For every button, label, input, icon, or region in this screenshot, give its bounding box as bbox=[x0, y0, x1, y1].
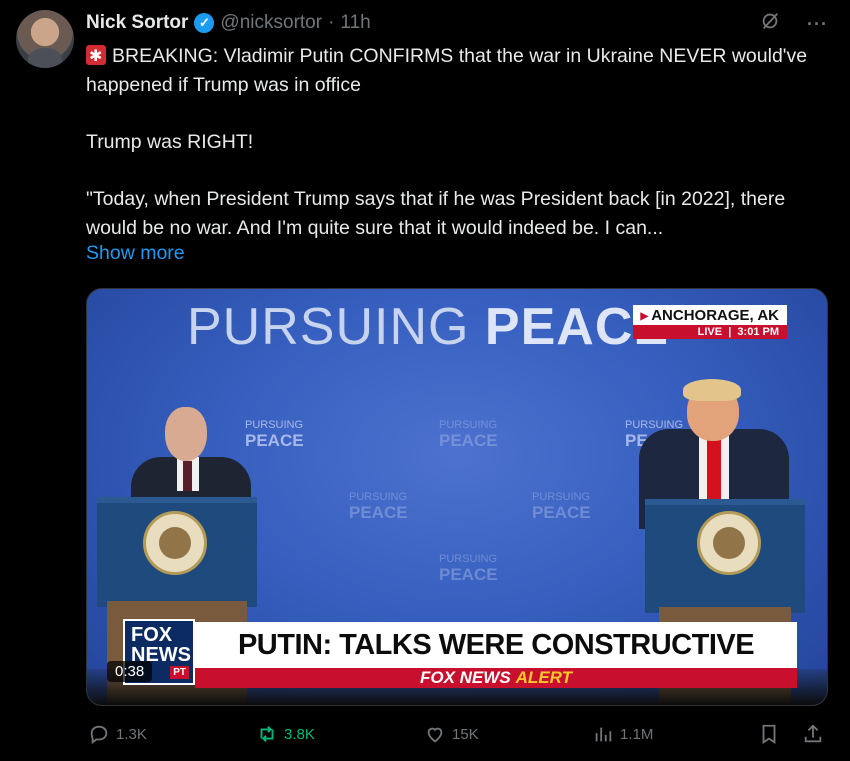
reply-button[interactable]: 1.3K bbox=[88, 723, 147, 745]
bookmark-button[interactable] bbox=[758, 723, 780, 745]
backdrop-logo: PURSUINGPEACE bbox=[349, 491, 408, 522]
repost-icon bbox=[260, 726, 274, 742]
backdrop-logo: PURSUINGPEACE bbox=[245, 419, 304, 450]
views-button[interactable]: 1.1M bbox=[592, 723, 653, 745]
separator: · bbox=[328, 12, 335, 33]
avatar[interactable] bbox=[16, 10, 74, 68]
tweet-top-icons: ··· bbox=[759, 10, 828, 38]
video-player[interactable]: PURSUING PEACE PURSUING PEACE PURSUING PEA… bbox=[86, 288, 828, 706]
presidential-seal-icon bbox=[143, 511, 207, 575]
share-button[interactable] bbox=[802, 723, 824, 745]
repost-count: 3.8K bbox=[284, 725, 315, 743]
location-city: ANCHORAGE, AK bbox=[632, 305, 787, 325]
tweet-paragraph-1: BREAKING: Vladimir Putin CONFIRMS that t… bbox=[86, 42, 831, 100]
live-indicator: LIVE | 3:01 PM bbox=[632, 325, 787, 339]
video-duration: 0:38 bbox=[107, 661, 153, 682]
repost-button[interactable]: 3.8K bbox=[256, 723, 315, 745]
tweet-line-1: BREAKING: Vladimir Putin CONFIRMS that t… bbox=[86, 45, 808, 96]
grok-icon[interactable] bbox=[759, 10, 781, 38]
view-count: 1.1M bbox=[620, 725, 654, 743]
like-count: 15K bbox=[452, 725, 479, 743]
author-name[interactable]: Nick Sortor bbox=[86, 12, 188, 34]
backdrop-logo: PURSUINGPEACE bbox=[532, 491, 591, 522]
tweet-paragraph-3: "Today, when President Trump says that i… bbox=[86, 188, 786, 239]
bookmark-icon bbox=[762, 724, 776, 744]
author-handle[interactable]: @nicksortor bbox=[220, 12, 322, 34]
news-chyron: PUTIN: TALKS WERE CONSTRUCTIVE bbox=[195, 622, 797, 668]
show-more-link[interactable]: Show more bbox=[86, 242, 185, 265]
more-options-icon[interactable]: ··· bbox=[807, 14, 828, 35]
tweet-paragraph-2: Trump was RIGHT! bbox=[86, 131, 254, 153]
verified-badge-icon: ✓ bbox=[194, 13, 215, 33]
share-icon bbox=[804, 724, 822, 743]
presidential-seal-icon bbox=[697, 511, 761, 575]
backdrop-logo: PURSUINGPEACE bbox=[439, 553, 498, 584]
tweet-header: Nick Sortor ✓ @nicksortor · 11h bbox=[86, 10, 371, 36]
tweet-actions: 1.3K 3.8K 15K 1.1M bbox=[0, 723, 850, 753]
siren-emoji-icon bbox=[86, 42, 106, 71]
timestamp[interactable]: 11h bbox=[340, 12, 370, 34]
tweet-text: BREAKING: Vladimir Putin CONFIRMS that t… bbox=[86, 42, 831, 243]
reply-icon bbox=[90, 725, 108, 745]
analytics-icon bbox=[595, 727, 612, 742]
backdrop-logo: PURSUINGPEACE bbox=[439, 419, 498, 450]
like-button[interactable]: 15K bbox=[424, 723, 479, 745]
news-alert-bar: FOX NEWS ALERT bbox=[195, 668, 797, 688]
heart-icon bbox=[427, 727, 443, 743]
backdrop-title: PURSUING PEACE bbox=[187, 298, 670, 356]
reply-count: 1.3K bbox=[116, 725, 147, 743]
location-bug: ANCHORAGE, AK LIVE | 3:01 PM bbox=[632, 305, 787, 339]
